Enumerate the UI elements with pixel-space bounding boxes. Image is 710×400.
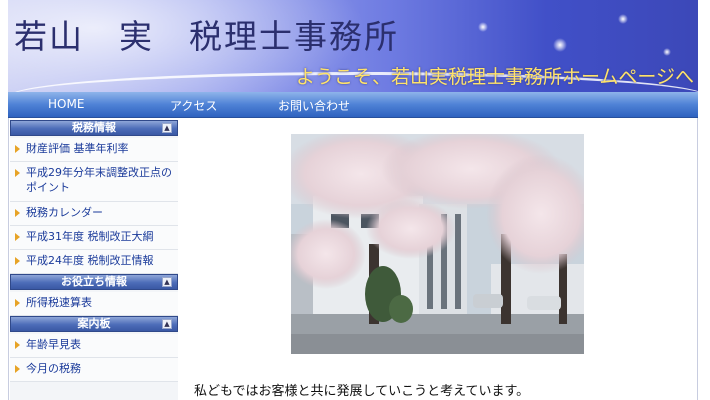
collapse-icon[interactable]: ▲ — [162, 277, 172, 287]
sidebar: 税務情報 ▲ 財産評価 基準年利率 平成29年分年末調整改正点のポイント 税務カ… — [10, 120, 178, 400]
arrow-icon — [15, 365, 20, 373]
sidebar-item-age-table[interactable]: 年齢早見表 — [10, 334, 178, 358]
arrow-icon — [15, 145, 20, 153]
main-content: 私どもではお客様と共に発展していこうと考えています。 — [180, 120, 696, 400]
sparkle-icon — [553, 38, 567, 52]
sidebar-section-tax-info: 税務情報 ▲ — [10, 120, 178, 136]
collapse-icon[interactable]: ▲ — [162, 123, 172, 133]
sidebar-item-reform-outline-h31[interactable]: 平成31年度 税制改正大綱 — [10, 226, 178, 250]
arrow-icon — [15, 257, 20, 265]
arrow-icon — [15, 341, 20, 349]
sidebar-item-monthly-tax[interactable]: 今月の税務 — [10, 358, 178, 382]
sidebar-section-title: 案内板 — [77, 317, 111, 330]
nav-access[interactable]: アクセス — [170, 97, 217, 114]
sidebar-item-interest-rate[interactable]: 財産評価 基準年利率 — [10, 138, 178, 162]
sidebar-section-guide: 案内板 ▲ — [10, 316, 178, 332]
sidebar-item-label: 平成29年分年末調整改正点のポイント — [26, 166, 172, 194]
sidebar-item-label: 平成24年度 税制改正情報 — [26, 254, 154, 267]
sidebar-item-label: 平成31年度 税制改正大綱 — [26, 230, 154, 243]
intro-text: 私どもではお客様と共に発展していこうと考えています。 — [194, 384, 530, 399]
sparkle-icon — [478, 22, 488, 32]
sidebar-item-label: 年齢早見表 — [26, 338, 81, 351]
nav-contact[interactable]: お問い合わせ — [278, 97, 350, 114]
collapse-icon[interactable]: ▲ — [162, 319, 172, 329]
sidebar-item-reform-info-h24[interactable]: 平成24年度 税制改正情報 — [10, 250, 178, 274]
sidebar-section-title: お役立ち情報 — [61, 275, 127, 288]
sidebar-item-label: 財産評価 基準年利率 — [26, 142, 129, 155]
sparkle-icon — [663, 48, 671, 56]
sidebar-item-label: 税務カレンダー — [26, 206, 103, 219]
sidebar-item-label: 今月の税務 — [26, 362, 81, 375]
arrow-icon — [15, 233, 20, 241]
office-photo — [291, 134, 584, 354]
site-title: 若山 実 税理士事務所 — [14, 17, 399, 56]
site-subtitle[interactable]: ようこそ、若山実税理士事務所ホームページへ — [296, 62, 694, 89]
arrow-icon — [15, 169, 20, 177]
sparkle-icon — [618, 14, 628, 24]
sidebar-section-title: 税務情報 — [72, 121, 116, 134]
sidebar-item-label: 所得税速算表 — [26, 296, 92, 309]
nav-home[interactable]: HOME — [48, 97, 84, 111]
arrow-icon — [15, 299, 20, 307]
cherry-blossom-building-image — [291, 134, 584, 354]
sidebar-item-year-end-adjustment[interactable]: 平成29年分年末調整改正点のポイント — [10, 162, 178, 202]
sidebar-section-useful-info: お役立ち情報 ▲ — [10, 274, 178, 290]
main-nav: HOME アクセス お問い合わせ — [8, 92, 698, 118]
sidebar-item-income-tax-table[interactable]: 所得税速算表 — [10, 292, 178, 316]
arrow-icon — [15, 209, 20, 217]
page: 若山 実 税理士事務所 ようこそ、若山実税理士事務所ホームページへ HOME ア… — [0, 0, 710, 400]
sidebar-item-tax-calendar[interactable]: 税務カレンダー — [10, 202, 178, 226]
site-header: 若山 実 税理士事務所 ようこそ、若山実税理士事務所ホームページへ — [8, 0, 698, 92]
